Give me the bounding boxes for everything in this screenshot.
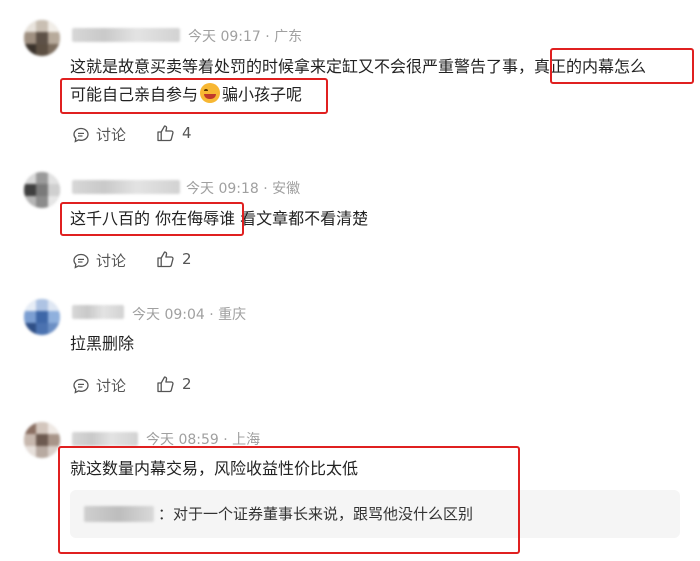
like-count: 2 <box>182 375 192 393</box>
thumbs-up-icon <box>157 376 174 393</box>
highlight-box <box>58 446 520 554</box>
discuss-button[interactable]: 讨论 <box>72 250 126 271</box>
username-blurred[interactable] <box>72 305 124 319</box>
comment-bubble-icon <box>73 127 89 143</box>
like-button[interactable]: 2 <box>156 375 192 393</box>
username-blurred[interactable] <box>72 432 138 446</box>
comment-3: 今天 09:04 · 重庆 拉黑删除 讨论 2 <box>0 285 700 410</box>
username-blurred[interactable] <box>72 180 180 194</box>
comment-1: 今天 09:17 · 广东 这就是故意买卖等着处罚的时候拿来定缸又不会很严重警告… <box>0 0 700 160</box>
discuss-label: 讨论 <box>96 377 127 395</box>
comment-2: 今天 09:18 · 安徽 这千八百的 你在侮辱谁 看文章都不看清楚 讨论 2 <box>0 160 700 285</box>
highlight-box <box>550 48 694 84</box>
like-count: 4 <box>182 124 192 142</box>
avatar[interactable] <box>24 422 60 458</box>
comment-bubble-icon <box>73 378 89 394</box>
highlight-box <box>60 78 328 114</box>
username-blurred[interactable] <box>72 28 180 42</box>
like-button[interactable]: 2 <box>156 250 192 268</box>
comment-meta: 今天 09:18 · 安徽 <box>186 181 301 197</box>
thumbs-up-icon <box>157 125 174 142</box>
discuss-label: 讨论 <box>96 126 127 144</box>
comment-meta: 今天 09:17 · 广东 <box>188 29 303 45</box>
discuss-label: 讨论 <box>96 252 127 270</box>
comment-text: 拉黑删除 <box>70 334 135 353</box>
comment-meta: 今天 09:04 · 重庆 <box>132 307 247 323</box>
highlight-box <box>60 202 244 236</box>
comment-bubble-icon <box>73 253 89 269</box>
avatar[interactable] <box>24 172 60 208</box>
like-button[interactable]: 4 <box>156 124 192 142</box>
thumbs-up-icon <box>157 251 174 268</box>
discuss-button[interactable]: 讨论 <box>72 124 126 145</box>
discuss-button[interactable]: 讨论 <box>72 375 126 396</box>
avatar[interactable] <box>24 299 60 335</box>
like-count: 2 <box>182 250 192 268</box>
avatar[interactable] <box>24 20 60 56</box>
